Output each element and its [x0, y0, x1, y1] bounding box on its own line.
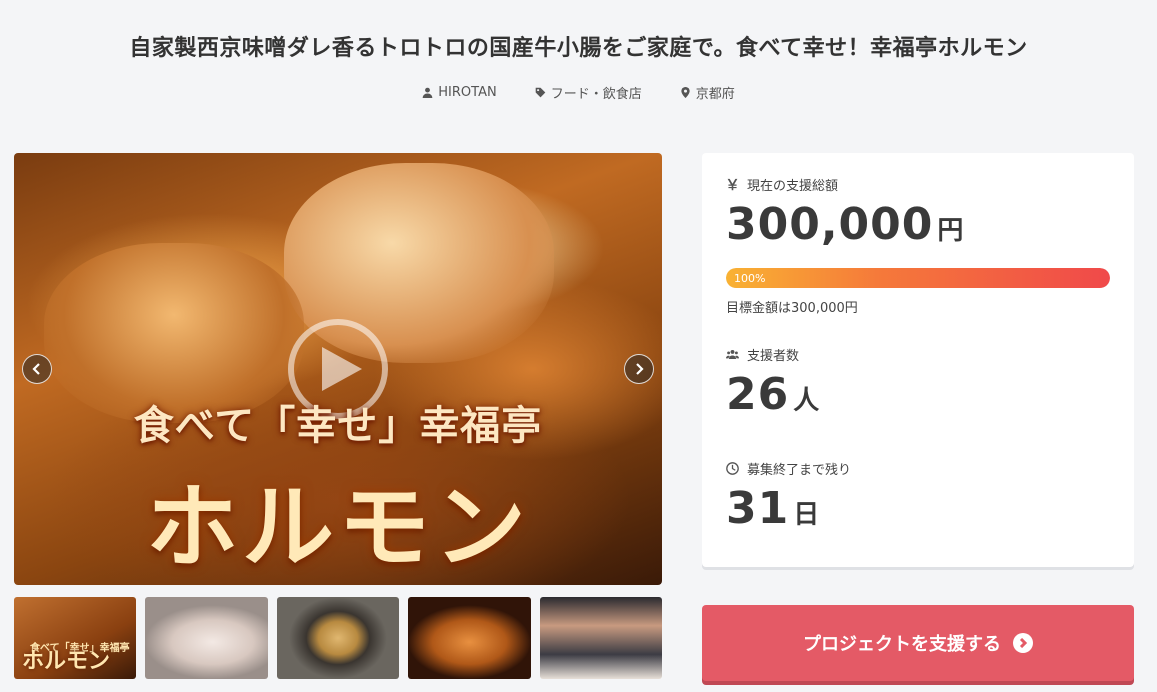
hero-media[interactable]: 食べて「幸せ」幸福亭 ホルモン	[14, 153, 662, 585]
funding-stats-card: 現在の支援総額 300,000 円 100% 目標金額は300,000円 支援者数…	[702, 153, 1134, 567]
backers-label-text: 支援者数	[747, 349, 800, 364]
thumbnail[interactable]	[145, 597, 268, 679]
hero-caption: 食べて「幸せ」幸福亭	[133, 402, 543, 449]
next-slide-button[interactable]	[624, 354, 654, 384]
location-link[interactable]: 京都府	[680, 83, 735, 102]
hero-headline: ホルモン	[145, 473, 530, 581]
remaining-number: 31	[726, 483, 790, 534]
yen-icon	[727, 178, 738, 191]
amount-label: 現在の支援総額	[726, 175, 838, 194]
chevron-left-icon	[32, 363, 40, 375]
project-title: 自家製西京味噌ダレ香るトロトロの国産牛小腸をご家庭で。食べて幸せ！幸福亭ホルモン	[129, 36, 1028, 61]
backers-unit: 人	[793, 386, 821, 416]
amount-value: 300,000 円	[726, 199, 964, 250]
tag-icon	[535, 87, 546, 98]
arrow-right-circle-icon	[1013, 633, 1033, 653]
funding-progress-bar: 100%	[726, 268, 1110, 288]
thumbnail-headline: ホルモン	[22, 648, 111, 674]
progress-fill: 100%	[726, 268, 1110, 288]
remaining-label: 募集終了まで残り	[726, 459, 851, 478]
backers-label: 支援者数	[726, 345, 799, 364]
thumbnail[interactable]	[539, 597, 663, 679]
remaining-value: 31 日	[726, 483, 820, 534]
clock-icon	[726, 462, 739, 475]
support-project-button[interactable]: プロジェクトを支援する	[702, 605, 1134, 681]
backers-number: 26	[726, 369, 790, 420]
owner-name: HIROTAN	[438, 85, 497, 100]
thumbnail[interactable]	[408, 597, 531, 679]
amount-unit: 円	[937, 216, 965, 246]
user-icon	[422, 87, 433, 98]
owner-link[interactable]: HIROTAN	[422, 83, 497, 102]
category-link[interactable]: フード・飲食店	[535, 83, 642, 102]
goal-text: 目標金額は300,000円	[726, 301, 858, 316]
backers-value: 26 人	[726, 369, 820, 420]
category-name: フード・飲食店	[550, 87, 642, 102]
amount-number: 300,000	[726, 199, 934, 250]
map-pin-icon	[681, 87, 690, 98]
thumbnail-strip: 食べて「幸せ」幸福亭 ホルモン	[14, 597, 663, 679]
progress-label: 100%	[734, 271, 766, 285]
chevron-right-icon	[636, 363, 644, 375]
play-icon	[322, 347, 362, 391]
location-name: 京都府	[695, 87, 735, 102]
remaining-label-text: 募集終了まで残り	[747, 463, 852, 478]
project-meta: HIROTAN フード・飲食店 京都府	[0, 83, 1157, 102]
support-button-label: プロジェクトを支援する	[803, 634, 1001, 655]
users-icon	[726, 349, 739, 360]
thumbnail[interactable]: 食べて「幸せ」幸福亭 ホルモン	[14, 597, 137, 679]
remaining-unit: 日	[793, 500, 821, 530]
thumbnail[interactable]	[276, 597, 400, 679]
amount-label-text: 現在の支援総額	[747, 179, 839, 194]
prev-slide-button[interactable]	[22, 354, 52, 384]
